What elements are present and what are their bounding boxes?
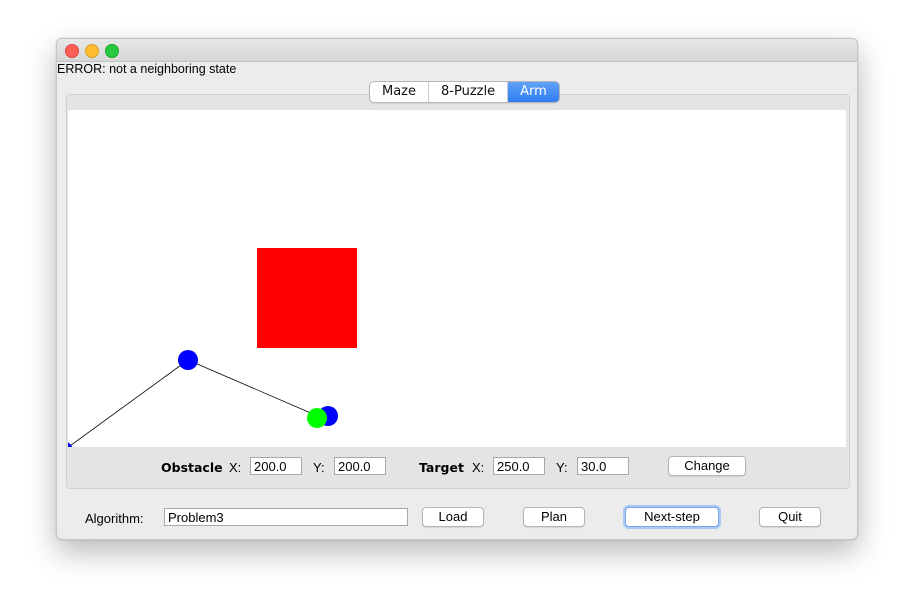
load-button[interactable]: Load — [422, 507, 484, 527]
title-bar — [57, 39, 857, 62]
algorithm-label: Algorithm: — [85, 511, 144, 526]
target-y-field[interactable]: 30.0 — [577, 457, 629, 475]
change-button[interactable]: Change — [668, 456, 746, 476]
tab-arm[interactable]: Arm — [508, 82, 559, 102]
arm-canvas[interactable] — [68, 110, 846, 447]
minimize-window-button[interactable] — [85, 44, 99, 58]
target-label: Target — [419, 460, 464, 475]
obstacle-x-label: X: — [229, 460, 242, 475]
arm-joint-elbow — [178, 350, 198, 370]
algorithm-field[interactable]: Problem3 — [164, 508, 408, 526]
target-y-label: Y: — [556, 460, 568, 475]
obstacle-y-label: Y: — [313, 460, 325, 475]
maximize-window-button[interactable] — [105, 44, 119, 58]
arm-scene — [68, 248, 357, 447]
app-window: ERROR: not a neighboring state Maze 8-Pu… — [56, 38, 858, 540]
tab-maze[interactable]: Maze — [370, 82, 430, 102]
arm-link-2 — [187, 359, 321, 418]
obstacle-y-field[interactable]: 200.0 — [334, 457, 386, 475]
obstacle-label: Obstacle — [161, 460, 223, 475]
quit-button[interactable]: Quit — [759, 507, 821, 527]
close-window-button[interactable] — [65, 44, 79, 58]
target-x-field[interactable]: 250.0 — [493, 457, 545, 475]
target-point — [307, 408, 327, 428]
status-message: ERROR: not a neighboring state — [57, 62, 237, 76]
plan-button[interactable]: Plan — [523, 507, 585, 527]
algorithm-row: Algorithm: Problem3 Load Plan Next-step … — [57, 507, 857, 530]
target-x-label: X: — [472, 460, 485, 475]
tab-8-puzzle[interactable]: 8-Puzzle — [429, 82, 509, 102]
obstacle-square — [257, 248, 357, 348]
tab-bar: Maze 8-Puzzle Arm — [369, 81, 560, 103]
obstacle-x-field[interactable]: 200.0 — [250, 457, 302, 475]
obstacle-target-row: Obstacle X: 200.0 Y: 200.0 Target X: 250… — [57, 456, 857, 479]
next-step-button[interactable]: Next-step — [625, 507, 719, 527]
arm-link-1 — [68, 359, 189, 447]
